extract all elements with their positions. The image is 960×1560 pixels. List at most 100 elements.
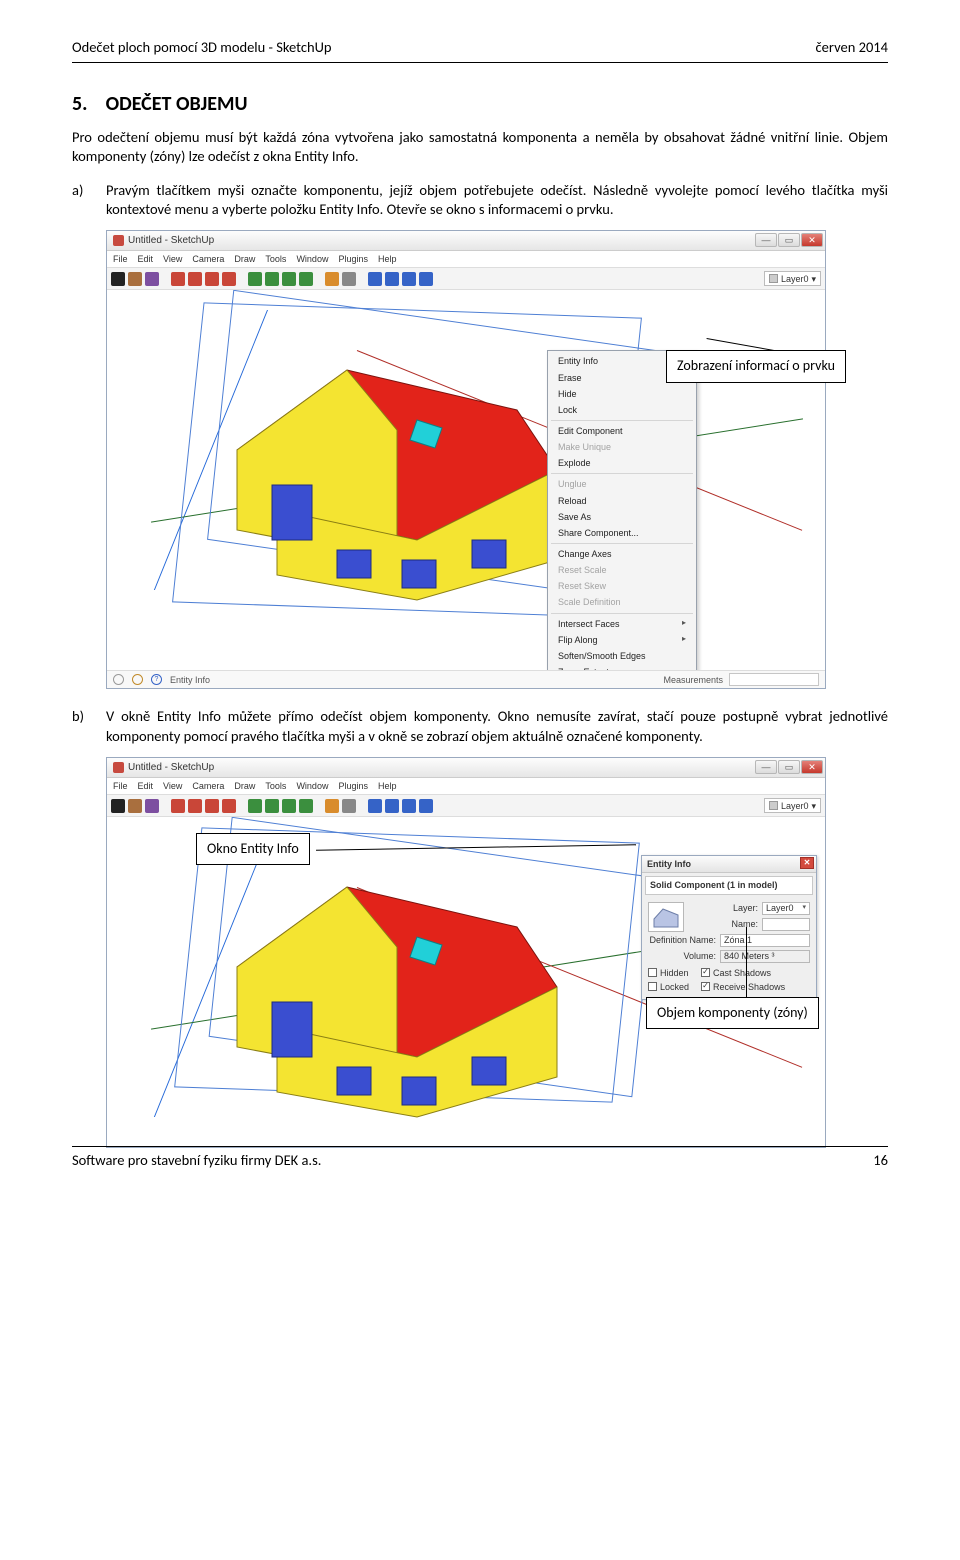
ctx-reset-scale: Reset Scale [548,562,696,578]
zoom-icon[interactable] [402,799,416,813]
zoom-icon[interactable] [402,272,416,286]
page-footer: Software pro stavební fyziku firmy DEK a… [72,1146,888,1171]
ep-defname-input[interactable]: Zóna 1 [720,934,810,947]
zoom-extents-icon[interactable] [419,272,433,286]
ctx-intersect[interactable]: Intersect Faces [548,616,696,632]
arc-icon[interactable] [222,272,236,286]
ctx-sep [551,420,693,421]
measurements-label: Measurements [663,674,723,686]
text-icon[interactable] [342,272,356,286]
menu-view[interactable]: View [163,780,182,792]
header-right: červen 2014 [816,38,888,58]
menu-camera[interactable]: Camera [192,780,224,792]
menu-edit[interactable]: Edit [138,253,154,265]
menu-draw[interactable]: Draw [234,253,255,265]
ctx-save-as[interactable]: Save As [548,509,696,525]
ctx-share[interactable]: Share Component... [548,525,696,541]
menu-file[interactable]: File [113,780,128,792]
menu-tools[interactable]: Tools [265,780,286,792]
menu-view[interactable]: View [163,253,182,265]
tape-icon[interactable] [325,799,339,813]
rotate-icon[interactable] [282,272,296,286]
pushpull-icon[interactable] [248,799,262,813]
ctx-soften[interactable]: Soften/Smooth Edges [548,648,696,664]
menu-edit[interactable]: Edit [138,780,154,792]
ep-name-input[interactable] [762,918,810,931]
window-buttons: — ▭ ✕ [755,233,823,247]
ctx-explode[interactable]: Explode [548,455,696,471]
maximize-button[interactable]: ▭ [778,233,800,247]
select-icon[interactable] [111,799,125,813]
ep-layer-value: Layer0 [766,902,794,914]
move-icon[interactable] [265,799,279,813]
viewport[interactable]: Entity Info Erase Hide Lock Edit Compone… [107,290,825,670]
footer-page-number: 16 [873,1151,888,1171]
context-menu: Entity Info Erase Hide Lock Edit Compone… [547,350,697,670]
offset-icon[interactable] [299,272,313,286]
close-button[interactable]: ✕ [801,233,823,247]
house-model [217,867,577,1127]
menu-tools[interactable]: Tools [265,253,286,265]
orbit-icon[interactable] [368,272,382,286]
callout-window-entity-info: Okno Entity Info [196,833,310,866]
layer-selector[interactable]: Layer0 ▾ [764,798,821,813]
orbit-icon[interactable] [368,799,382,813]
close-button[interactable]: ✕ [801,760,823,774]
ck-recv[interactable]: ✓Receive Shadows [701,981,785,993]
select-icon[interactable] [111,272,125,286]
status-icon [113,674,124,685]
tape-icon[interactable] [325,272,339,286]
ck-locked[interactable]: Locked [648,981,689,993]
list-marker-a: a) [72,181,106,220]
text-icon[interactable] [342,799,356,813]
menu-plugins[interactable]: Plugins [338,780,368,792]
ctx-edit-component[interactable]: Edit Component [548,423,696,439]
app-icon [113,762,124,773]
entity-info-close-button[interactable]: ✕ [800,857,814,869]
move-icon[interactable] [265,272,279,286]
minimize-button[interactable]: — [755,760,777,774]
menu-window[interactable]: Window [296,780,328,792]
viewport[interactable]: Entity Info ✕ Solid Component (1 in mode… [107,817,825,1147]
menu-file[interactable]: File [113,253,128,265]
line-icon[interactable] [188,272,202,286]
eraser-icon[interactable] [145,799,159,813]
pan-icon[interactable] [385,799,399,813]
rect-icon[interactable] [171,799,185,813]
ctx-hide[interactable]: Hide [548,386,696,402]
ctx-change-axes[interactable]: Change Axes [548,546,696,562]
line-icon[interactable] [188,799,202,813]
menu-window[interactable]: Window [296,253,328,265]
arc-icon[interactable] [222,799,236,813]
rotate-icon[interactable] [282,799,296,813]
ctx-lock[interactable]: Lock [548,402,696,418]
ctx-zoom-extents[interactable]: Zoom Extents [548,664,696,670]
pan-icon[interactable] [385,272,399,286]
maximize-button[interactable]: ▭ [778,760,800,774]
paint-icon[interactable] [128,799,142,813]
circle-icon[interactable] [205,272,219,286]
ep-layer-label: Layer: [690,902,758,914]
menu-camera[interactable]: Camera [192,253,224,265]
ctx-reload[interactable]: Reload [548,493,696,509]
eraser-icon[interactable] [145,272,159,286]
measurements-input[interactable] [729,673,819,686]
circle-icon[interactable] [205,799,219,813]
ck-hidden[interactable]: Hidden [648,967,689,979]
rect-icon[interactable] [171,272,185,286]
ep-layer-select[interactable]: Layer0 [762,902,810,915]
paint-icon[interactable] [128,272,142,286]
layer-selector[interactable]: Layer0 ▾ [764,271,821,286]
offset-icon[interactable] [299,799,313,813]
menu-help[interactable]: Help [378,780,397,792]
list-marker-b: b) [72,707,106,746]
ctx-flip[interactable]: Flip Along [548,632,696,648]
ck-cast[interactable]: ✓Cast Shadows [701,967,785,979]
pushpull-icon[interactable] [248,272,262,286]
menu-plugins[interactable]: Plugins [338,253,368,265]
menu-help[interactable]: Help [378,253,397,265]
ep-volume-label: Volume: [648,950,716,962]
menu-draw[interactable]: Draw [234,780,255,792]
zoom-extents-icon[interactable] [419,799,433,813]
minimize-button[interactable]: — [755,233,777,247]
